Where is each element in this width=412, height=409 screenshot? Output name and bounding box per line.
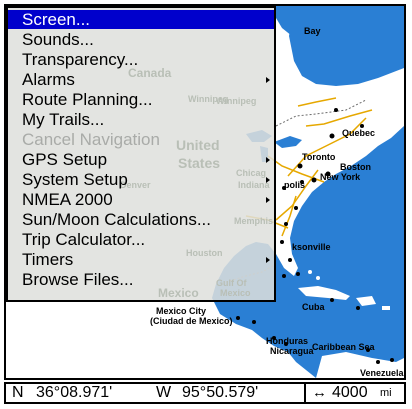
menu-item-label: Cancel Navigation [22,130,160,149]
menu-item-alarms[interactable]: Alarms [8,70,274,89]
gps-screen: Bay Quebec Toronto Boston New York polis… [0,0,412,409]
map-label-winnipeg: Winnipeg [216,96,257,106]
map-label-ciudad: (Ciudad de Mexico) [150,316,233,326]
menu-item-my-trails[interactable]: My Trails... [8,110,274,129]
menu-item-label: My Trails... [22,110,105,129]
menu-item-label: Sun/Moon Calculations... [22,210,211,229]
map-label-cuba: Cuba [302,302,325,312]
status-bar: N 36°08.971' W 95°50.579' ↔ 4000 mi [4,382,406,404]
map-label-caribbean: Caribbean Sea [312,342,375,352]
map-label-bay: Bay [304,26,321,36]
menu-item-label: Trip Calculator... [22,230,146,249]
submenu-arrow-icon [266,77,270,83]
latitude-hemisphere: N [12,384,24,401]
submenu-arrow-icon [266,197,270,203]
menu-item-label: Browse Files... [22,270,134,289]
menu-item-label: Screen... [22,10,91,29]
map-label-venezuela: Venezuela [360,368,404,378]
submenu-arrow-icon [266,157,270,163]
map-label-gulf-mexico: Mexico [220,288,251,298]
menu-item-browse-files[interactable]: Browse Files... [8,270,274,289]
map-label-toronto: Toronto [302,152,336,162]
map-label-mexico-city: Mexico City [156,306,207,316]
main-menu: Canada Winnipeg United States Denver Chi… [6,6,276,302]
submenu-arrow-icon [266,257,270,263]
menu-item-label: Route Planning... [22,90,153,109]
zoom-unit: mi [380,387,392,399]
status-divider [304,384,306,402]
menu-item-label: GPS Setup [22,150,108,169]
menu-item-timers[interactable]: Timers [8,250,274,269]
map-label-jacksonville: ksonville [292,242,331,252]
menu-item-screen[interactable]: Screen... [8,10,274,29]
menu-item-label: NMEA 2000 [22,190,113,209]
menu-item-gps-setup[interactable]: GPS Setup [8,150,274,169]
menu-item-cancel-navigation: Cancel Navigation [8,130,274,149]
menu-item-sun-moon[interactable]: Sun/Moon Calculations... [8,210,274,229]
menu-item-transparency[interactable]: Transparency... [8,50,274,69]
longitude-hemisphere: W [156,384,172,401]
menu-item-label: Timers [22,250,74,269]
submenu-arrow-icon [266,177,270,183]
menu-item-system-setup[interactable]: System Setup [8,170,274,189]
latitude-value: 36°08.971' [36,384,113,401]
menu-item-label: System Setup [22,170,128,189]
range-arrows-icon: ↔ [312,384,327,401]
longitude-value: 95°50.579' [182,384,259,401]
map-label-minneapolis: polis [284,180,306,190]
menu-item-sounds[interactable]: Sounds... [8,30,274,49]
zoom-value: 4000 [332,384,368,401]
map-label-boston: Boston [340,162,371,172]
map-label-new-york: New York [320,172,361,182]
menu-item-label: Sounds... [22,30,94,49]
menu-item-label: Alarms [22,70,75,89]
menu-item-nmea-2000[interactable]: NMEA 2000 [8,190,274,209]
map-label-quebec: Quebec [342,128,376,138]
menu-item-label: Transparency... [22,50,139,69]
map-label-mexico: Mexico [158,286,199,300]
menu-item-trip-calculator[interactable]: Trip Calculator... [8,230,274,249]
map-label-nicaragua: Nicaragua [270,346,314,356]
map-label-honduras: Honduras [266,336,309,346]
